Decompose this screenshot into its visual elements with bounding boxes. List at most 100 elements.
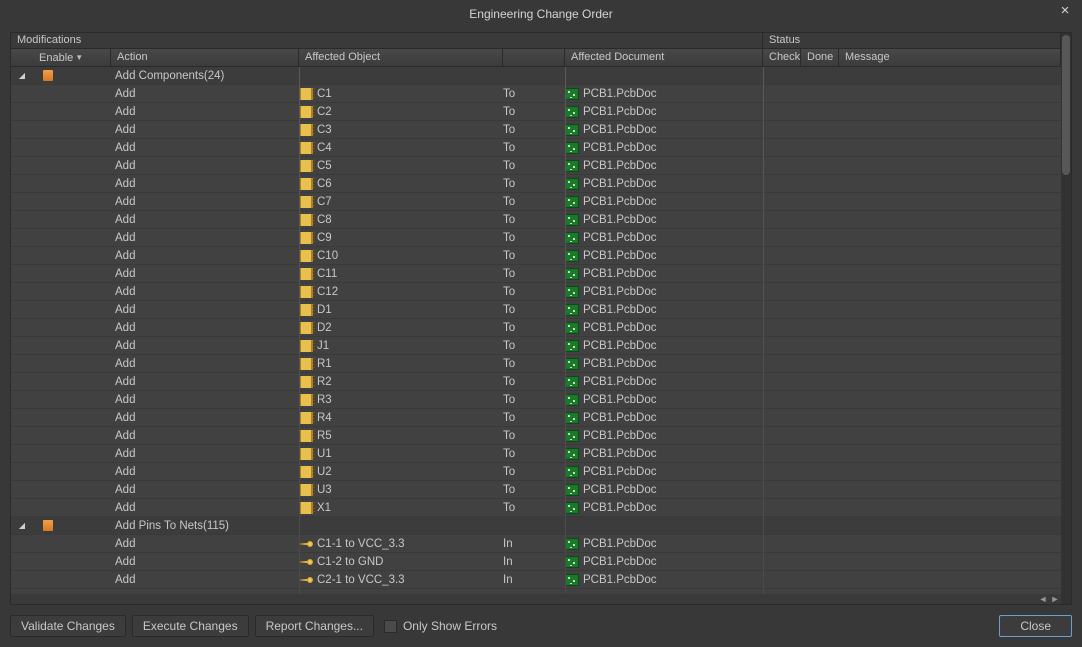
header-modifications: Modifications — [11, 33, 763, 48]
col-action[interactable]: Action — [111, 49, 299, 66]
action-cell: Add — [111, 124, 299, 136]
direction-cell: To — [503, 502, 565, 514]
pcb-doc-icon — [565, 376, 579, 388]
table-row[interactable]: ✓AddR1ToPCB1.PcbDoc — [11, 355, 1061, 373]
execute-changes-button[interactable]: Execute Changes — [132, 615, 249, 637]
affected-document: PCB1.PcbDoc — [583, 430, 657, 442]
table-row[interactable]: ✓AddC2ToPCB1.PcbDoc — [11, 103, 1061, 121]
affected-object: C12 — [317, 286, 338, 298]
close-button[interactable]: Close — [999, 615, 1072, 637]
table-row[interactable]: ✓AddC6ToPCB1.PcbDoc — [11, 175, 1061, 193]
action-cell: Add — [111, 250, 299, 262]
only-errors-label: Only Show Errors — [403, 619, 497, 633]
table-row[interactable]: ✓AddC3ToPCB1.PcbDoc — [11, 121, 1061, 139]
table-row[interactable]: ✓AddC2-1 to VCC_3.3InPCB1.PcbDoc — [11, 571, 1061, 589]
scroll-left-icon[interactable]: ◄ — [1037, 594, 1049, 604]
action-cell: Add — [111, 106, 299, 118]
grid-body[interactable]: ◢Add Components(24)✓AddC1ToPCB1.PcbDoc ✓A… — [11, 67, 1061, 594]
table-row[interactable]: ✓AddC11ToPCB1.PcbDoc — [11, 265, 1061, 283]
col-enable[interactable]: Enable — [17, 52, 73, 64]
vertical-scrollbar[interactable] — [1061, 33, 1071, 604]
direction-cell: To — [503, 394, 565, 406]
col-message[interactable]: Message — [839, 49, 1061, 66]
sort-arrow-icon: ▼ — [75, 53, 83, 62]
group-row[interactable]: ◢Add Components(24) — [11, 67, 1061, 85]
scrollbar-thumb[interactable] — [1062, 35, 1070, 175]
grid-header-groups: Modifications Status — [11, 33, 1071, 49]
table-row[interactable]: ✓AddD1ToPCB1.PcbDoc — [11, 301, 1061, 319]
table-row[interactable]: ✓AddC5ToPCB1.PcbDoc — [11, 157, 1061, 175]
checkbox-icon — [384, 620, 397, 633]
report-changes-button[interactable]: Report Changes... — [255, 615, 374, 637]
direction-cell: To — [503, 106, 565, 118]
action-cell: Add — [111, 232, 299, 244]
direction-cell: To — [503, 160, 565, 172]
affected-document: PCB1.PcbDoc — [583, 178, 657, 190]
affected-object: C9 — [317, 232, 332, 244]
table-row[interactable]: ✓AddJ1ToPCB1.PcbDoc — [11, 337, 1061, 355]
table-row[interactable]: ✓AddC1ToPCB1.PcbDoc — [11, 85, 1061, 103]
component-icon — [299, 142, 313, 154]
direction-cell: To — [503, 322, 565, 334]
table-row[interactable]: ✓AddU1ToPCB1.PcbDoc — [11, 445, 1061, 463]
table-row[interactable]: ✓AddC9ToPCB1.PcbDoc — [11, 229, 1061, 247]
table-row[interactable]: ✓AddU3ToPCB1.PcbDoc — [11, 481, 1061, 499]
table-row[interactable]: ✓AddR3ToPCB1.PcbDoc — [11, 391, 1061, 409]
action-cell: Add — [111, 538, 299, 550]
pcb-doc-icon — [565, 268, 579, 280]
table-row[interactable]: ✓AddC10ToPCB1.PcbDoc — [11, 247, 1061, 265]
affected-document: PCB1.PcbDoc — [583, 448, 657, 460]
table-row[interactable]: ✓AddC12ToPCB1.PcbDoc — [11, 283, 1061, 301]
pcb-doc-icon — [565, 484, 579, 496]
table-row[interactable]: ✓AddC7ToPCB1.PcbDoc — [11, 193, 1061, 211]
group-row[interactable]: ◢Add Pins To Nets(115) — [11, 517, 1061, 535]
only-show-errors-toggle[interactable]: Only Show Errors — [384, 619, 497, 633]
pcb-doc-icon — [565, 178, 579, 190]
table-row[interactable]: ✓AddR5ToPCB1.PcbDoc — [11, 427, 1061, 445]
grid-header-columns: Enable ▼ Action Affected Object Affected… — [11, 49, 1071, 67]
affected-document: PCB1.PcbDoc — [583, 214, 657, 226]
table-row[interactable]: ✓AddC8ToPCB1.PcbDoc — [11, 211, 1061, 229]
table-row[interactable]: ✓AddR2ToPCB1.PcbDoc — [11, 373, 1061, 391]
action-cell: Add — [111, 304, 299, 316]
component-icon — [299, 304, 313, 316]
direction-cell: To — [503, 232, 565, 244]
pcb-doc-icon — [565, 358, 579, 370]
action-cell: Add — [111, 376, 299, 388]
table-row[interactable]: ✓AddD2ToPCB1.PcbDoc — [11, 319, 1061, 337]
table-row[interactable]: ✓AddC1-2 to GNDInPCB1.PcbDoc — [11, 553, 1061, 571]
folder-icon — [43, 70, 53, 81]
affected-document: PCB1.PcbDoc — [583, 88, 657, 100]
direction-cell: To — [503, 196, 565, 208]
direction-cell: In — [503, 574, 565, 586]
direction-cell: To — [503, 484, 565, 496]
table-row[interactable]: ✓AddX1ToPCB1.PcbDoc — [11, 499, 1061, 517]
action-cell: Add — [111, 322, 299, 334]
table-row[interactable]: ✓AddC1-1 to VCC_3.3InPCB1.PcbDoc — [11, 535, 1061, 553]
col-check[interactable]: Check — [763, 49, 801, 66]
pcb-doc-icon — [565, 538, 579, 550]
direction-cell: To — [503, 124, 565, 136]
col-direction[interactable] — [503, 49, 565, 66]
table-row[interactable]: ✓AddU2ToPCB1.PcbDoc — [11, 463, 1061, 481]
table-row[interactable]: ✓AddC4ToPCB1.PcbDoc — [11, 139, 1061, 157]
affected-object: U2 — [317, 466, 332, 478]
close-icon[interactable]: × — [1056, 2, 1074, 19]
action-cell: Add — [111, 430, 299, 442]
affected-document: PCB1.PcbDoc — [583, 106, 657, 118]
validate-changes-button[interactable]: Validate Changes — [10, 615, 126, 637]
component-icon — [299, 214, 313, 226]
affected-document: PCB1.PcbDoc — [583, 502, 657, 514]
pcb-doc-icon — [565, 340, 579, 352]
affected-document: PCB1.PcbDoc — [583, 196, 657, 208]
scroll-right-icon[interactable]: ► — [1049, 594, 1061, 604]
component-icon — [299, 376, 313, 388]
horizontal-scroll-area: ◄ ► — [11, 594, 1061, 604]
col-affected-object[interactable]: Affected Object — [299, 49, 503, 66]
col-done[interactable]: Done — [801, 49, 839, 66]
table-row[interactable]: ✓AddR4ToPCB1.PcbDoc — [11, 409, 1061, 427]
action-cell: Add — [111, 502, 299, 514]
col-affected-document[interactable]: Affected Document — [565, 49, 763, 66]
pcb-doc-icon — [565, 412, 579, 424]
component-icon — [299, 178, 313, 190]
